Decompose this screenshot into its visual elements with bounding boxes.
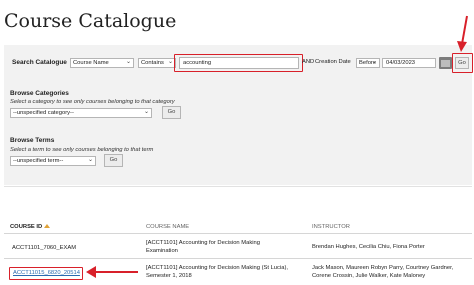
- date-field-select[interactable]: Creation Date: [315, 58, 355, 68]
- term-go-button[interactable]: Go: [104, 154, 123, 167]
- row-divider: [4, 258, 472, 259]
- term-select[interactable]: --unspecified term-- ⌄: [10, 156, 96, 166]
- header-divider: [4, 233, 472, 234]
- table-row-1-course-id[interactable]: ACCT1101_7060_EXAM: [12, 245, 76, 253]
- column-header-course-name[interactable]: COURSE NAME: [146, 224, 189, 230]
- course-name-line: Examination: [146, 247, 178, 254]
- table-row-1-course-name: [ACCT1101] Accounting for Decision Makin…: [146, 240, 260, 255]
- annotation-highlight-search: [174, 54, 303, 72]
- annotation-arrow-icon: [457, 15, 468, 52]
- date-input[interactable]: 04/03/2023: [382, 58, 436, 68]
- column-header-label: COURSE ID: [10, 224, 43, 230]
- column-header-course-id[interactable]: COURSE ID: [10, 224, 51, 230]
- category-select-value: --unspecified category--: [13, 110, 74, 116]
- instructor-line: Corene Crossin, Julie Walker, Kate Malon…: [312, 272, 426, 279]
- table-row-1-instructor: Brendan Hughes, Cecilia Chiu, Fiona Port…: [312, 244, 425, 250]
- chevron-down-icon: ⌄: [87, 157, 93, 163]
- column-header-instructor[interactable]: INSTRUCTOR: [312, 224, 350, 230]
- course-name-line: Semester 1, 2018: [146, 272, 192, 279]
- chevron-down-icon: ⌄: [143, 109, 149, 115]
- annotation-highlight-go: [452, 53, 473, 73]
- section-divider: [4, 186, 472, 187]
- search-field-value: Course Name: [73, 60, 109, 66]
- search-catalogue-label: Search Catalogue: [12, 59, 67, 66]
- page-title: Course Catalogue: [4, 10, 177, 32]
- sort-ascending-icon: [44, 224, 51, 229]
- date-operator-select[interactable]: Before ⌄: [356, 58, 380, 68]
- search-field-select[interactable]: Course Name ⌄: [70, 58, 134, 68]
- chevron-down-icon: ⌄: [125, 59, 131, 65]
- term-select-value: --unspecified term--: [13, 158, 64, 164]
- browse-terms-hint: Select a term to see only courses belong…: [10, 147, 154, 153]
- annotation-highlight-course: [9, 267, 83, 280]
- search-operator-value: Contains: [141, 60, 164, 66]
- date-input-value: 04/03/2023: [386, 60, 416, 66]
- and-label: AND: [302, 59, 315, 65]
- instructor-line: Jack Mason, Maureen Robyn Parry, Courtne…: [312, 265, 454, 271]
- date-field-value: Creation Date: [315, 59, 351, 65]
- search-operator-select[interactable]: Contains ⌄: [138, 58, 176, 68]
- course-name-line: [ACCT1101] Accounting for Decision Makin…: [146, 240, 260, 246]
- chevron-down-icon: ⌄: [167, 59, 173, 65]
- annotation-arrow-icon: [86, 266, 138, 278]
- category-select[interactable]: --unspecified category-- ⌄: [10, 108, 152, 118]
- table-row-2-instructor: Jack Mason, Maureen Robyn Parry, Courtne…: [312, 265, 453, 280]
- course-name-line: [ACCT1101] Accounting for Decision Makin…: [146, 265, 288, 271]
- browse-categories-heading: Browse Categories: [10, 90, 69, 97]
- calendar-icon[interactable]: [439, 57, 452, 69]
- browse-categories-hint: Select a category to see only courses be…: [10, 99, 175, 105]
- table-row-2-course-name: [ACCT1101] Accounting for Decision Makin…: [146, 265, 288, 280]
- chevron-down-icon: ⌄: [371, 59, 377, 65]
- browse-terms-heading: Browse Terms: [10, 137, 55, 144]
- category-go-button[interactable]: Go: [162, 106, 181, 119]
